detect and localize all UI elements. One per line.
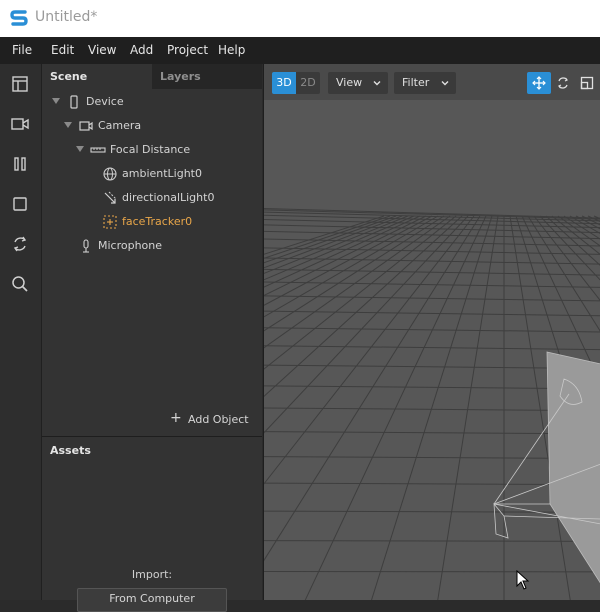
- view-dropdown-label: View: [336, 76, 362, 89]
- menu-help[interactable]: Help: [218, 43, 245, 57]
- tree-item-label: Device: [86, 95, 124, 108]
- mode-2d-button[interactable]: 2D: [296, 72, 320, 94]
- layout-button[interactable]: [10, 74, 30, 94]
- expand-arrow-icon[interactable]: [64, 122, 72, 128]
- move-tool-button[interactable]: [527, 72, 551, 94]
- viewport-grid: [264, 64, 600, 600]
- focal-distance-icon: [90, 142, 106, 158]
- tree-item-ambient-light[interactable]: ambientLight0: [42, 162, 262, 186]
- filter-dropdown[interactable]: Filter: [394, 72, 456, 94]
- scene-tabs: Scene Layers: [42, 64, 262, 89]
- 3d-viewport[interactable]: 3D 2D View Filter: [263, 64, 600, 600]
- assets-panel: Assets Import: From Computer: [42, 437, 262, 600]
- viewport-toolbar: 3D 2D View Filter: [264, 64, 600, 100]
- assets-title: Assets: [50, 444, 91, 457]
- pause-button[interactable]: [10, 154, 30, 174]
- menu-edit[interactable]: Edit: [51, 43, 74, 57]
- face-tracker-icon: [102, 214, 118, 230]
- menu-view[interactable]: View: [88, 43, 116, 57]
- tree-item-directional-light[interactable]: directionalLight0: [42, 186, 262, 210]
- directional-light-icon: [102, 190, 118, 206]
- app-logo-icon: [10, 9, 28, 29]
- square-icon: [10, 194, 30, 214]
- tree-item-label: Microphone: [98, 239, 162, 252]
- view-dropdown[interactable]: View: [328, 72, 388, 94]
- scale-tool-button[interactable]: [575, 72, 599, 94]
- move-icon: [532, 76, 546, 90]
- device-icon: [66, 94, 82, 110]
- search-button[interactable]: [10, 274, 30, 294]
- plus-icon: +: [170, 410, 182, 426]
- globe-icon: [102, 166, 118, 182]
- pause-icon: [10, 154, 30, 174]
- tree-item-label: ambientLight0: [122, 167, 202, 180]
- filter-dropdown-label: Filter: [402, 76, 429, 89]
- tree-item-face-tracker[interactable]: faceTracker0: [42, 210, 262, 234]
- search-icon: [10, 274, 30, 294]
- tree-item-label: Focal Distance: [110, 143, 190, 156]
- expand-arrow-icon[interactable]: [52, 98, 60, 104]
- add-object-label: Add Object: [188, 413, 249, 426]
- import-label: Import:: [42, 568, 262, 581]
- tree-item-label: Camera: [98, 119, 141, 132]
- microphone-icon: [78, 238, 94, 254]
- video-camera-icon: [10, 114, 30, 134]
- mouse-cursor-icon: [516, 570, 530, 590]
- layout-icon: [10, 74, 30, 94]
- chevron-down-icon: [372, 78, 382, 88]
- title-bar: Untitled*: [0, 0, 600, 37]
- mode-3d-button[interactable]: 3D: [272, 72, 296, 94]
- expand-arrow-icon[interactable]: [76, 146, 84, 152]
- tab-layers[interactable]: Layers: [152, 64, 262, 89]
- refresh-button[interactable]: [10, 234, 30, 254]
- camera-icon: [78, 118, 94, 134]
- tree-item-focal-distance[interactable]: Focal Distance: [42, 138, 262, 162]
- rotate-tool-button[interactable]: [551, 72, 575, 94]
- video-button[interactable]: [10, 114, 30, 134]
- menu-bar: File Edit View Add Project Help: [0, 37, 600, 64]
- tree-item-microphone[interactable]: Microphone: [42, 234, 262, 258]
- tree-item-device[interactable]: Device: [42, 90, 262, 114]
- tree-item-label: faceTracker0: [122, 215, 192, 228]
- left-tool-rail: [0, 64, 42, 600]
- scale-icon: [580, 76, 594, 90]
- menu-project[interactable]: Project: [167, 43, 208, 57]
- menu-add[interactable]: Add: [130, 43, 153, 57]
- chevron-down-icon: [440, 78, 450, 88]
- scene-panel: Scene Layers Device Camera Focal Distanc…: [42, 64, 262, 436]
- menu-file[interactable]: File: [12, 43, 32, 57]
- tree-item-label: directionalLight0: [122, 191, 214, 204]
- rotate-icon: [556, 76, 570, 90]
- tab-scene[interactable]: Scene: [42, 64, 152, 89]
- tree-item-camera[interactable]: Camera: [42, 114, 262, 138]
- window-title: Untitled*: [35, 9, 97, 25]
- from-computer-button[interactable]: From Computer: [77, 588, 227, 612]
- stop-button[interactable]: [10, 194, 30, 214]
- sync-icon: [10, 234, 30, 254]
